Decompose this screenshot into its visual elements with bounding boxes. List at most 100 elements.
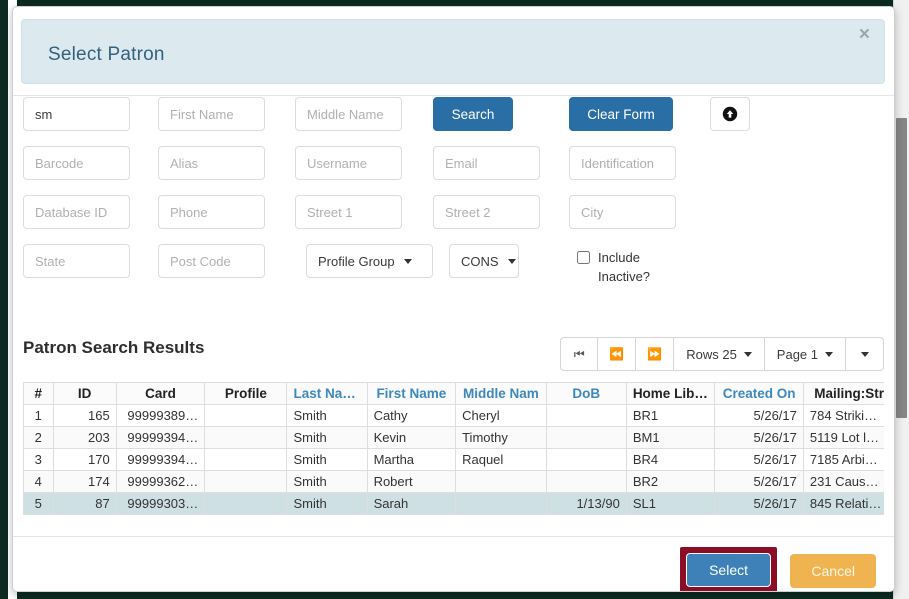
state-input[interactable] [23, 244, 130, 278]
column-header-6[interactable]: Middle Nam [456, 383, 547, 405]
clear-form-button[interactable]: Clear Form [569, 97, 673, 131]
chevron-down-icon [404, 259, 412, 264]
alias-input[interactable] [158, 146, 265, 180]
cell-profile [205, 427, 287, 449]
cell-num: 4 [24, 471, 54, 493]
cell-first: Kevin [367, 427, 456, 449]
select-button-highlight: Select [680, 547, 777, 592]
cell-last: Smith [287, 493, 367, 515]
cell-card: 99999389… [116, 405, 205, 427]
table-row[interactable]: 58799999303…SmithSarah1/13/90SL15/26/178… [24, 493, 885, 515]
column-options-dropdown[interactable] [846, 337, 884, 371]
post-code-input[interactable] [158, 244, 265, 278]
include-inactive-label: Include Inactive? [598, 248, 660, 286]
street-2-input[interactable] [433, 195, 540, 229]
last-name-input[interactable] [23, 97, 130, 131]
cell-id: 203 [53, 427, 116, 449]
cell-home: SL1 [626, 493, 715, 515]
username-input[interactable] [295, 146, 402, 180]
cell-id: 165 [53, 405, 116, 427]
dialog-header: Select Patron × [21, 19, 885, 84]
column-header-7[interactable]: DoB [546, 383, 626, 405]
phone-input[interactable] [158, 195, 265, 229]
page-scrollbar-thumb[interactable] [896, 118, 907, 418]
cell-created: 5/26/17 [715, 427, 804, 449]
cell-last: Smith [287, 405, 367, 427]
cell-profile [205, 405, 287, 427]
cell-profile [205, 471, 287, 493]
page-title: Select Patron [48, 44, 165, 66]
form-row-2 [13, 146, 894, 195]
city-input[interactable] [569, 195, 676, 229]
table-row[interactable]: 417499999362…SmithRobertBR25/26/17231 Ca… [24, 471, 885, 493]
middle-name-input[interactable] [295, 97, 402, 131]
cell-dob: 1/13/90 [546, 493, 626, 515]
next-page-button[interactable]: ⏩ [636, 337, 674, 371]
cell-id: 170 [53, 449, 116, 471]
cell-num: 3 [24, 449, 54, 471]
close-icon[interactable]: × [855, 23, 874, 46]
cell-card: 99999394… [116, 427, 205, 449]
column-header-9[interactable]: Created On [715, 383, 804, 405]
cell-last: Smith [287, 471, 367, 493]
cell-id: 87 [53, 493, 116, 515]
search-button[interactable]: Search [433, 97, 513, 131]
cell-profile [205, 493, 287, 515]
cell-created: 5/26/17 [715, 493, 804, 515]
column-header-2: Card [116, 383, 205, 405]
previous-page-button[interactable]: ⏪ [598, 337, 636, 371]
column-header-1: ID [53, 383, 116, 405]
results-heading: Patron Search Results [23, 338, 204, 358]
dialog-footer: Select Cancel [13, 537, 894, 591]
cons-dropdown[interactable]: CONS [449, 244, 519, 278]
cell-middle: Cheryl [456, 405, 547, 427]
form-row-1: Search Clear Form [13, 97, 894, 146]
page-left-edge [0, 0, 8, 599]
cell-home: BR4 [626, 449, 715, 471]
cell-street: 784 Striki… [803, 405, 884, 427]
cell-first: Robert [367, 471, 456, 493]
table-row[interactable]: 116599999389…SmithCathyCherylBR15/26/177… [24, 405, 885, 427]
table-row[interactable]: 220399999394…SmithKevinTimothyBM15/26/17… [24, 427, 885, 449]
form-row-4: Profile Group CONS Include Inactive? [13, 244, 894, 293]
page-background: Select Patron × Search Clear Form [0, 0, 909, 599]
cell-first: Martha [367, 449, 456, 471]
profile-group-dropdown[interactable]: Profile Group [306, 244, 433, 278]
first-name-input[interactable] [158, 97, 265, 131]
table-row[interactable]: 317099999394…SmithMarthaRaquelBR45/26/17… [24, 449, 885, 471]
include-inactive-group: Include Inactive? [577, 248, 697, 286]
column-header-4[interactable]: Last Name [287, 383, 367, 405]
cell-profile [205, 449, 287, 471]
email-input[interactable] [433, 146, 540, 180]
patron-search-form: Search Clear Form [13, 97, 894, 293]
database-id-input[interactable] [23, 195, 130, 229]
cell-home: BM1 [626, 427, 715, 449]
include-inactive-checkbox[interactable] [577, 251, 590, 264]
cell-id: 174 [53, 471, 116, 493]
select-button[interactable]: Select [686, 553, 771, 587]
identification-input[interactable] [569, 146, 676, 180]
cell-last: Smith [287, 449, 367, 471]
first-page-button[interactable]: ⏮ [560, 337, 598, 371]
page-number-dropdown[interactable]: Page 1 [765, 337, 846, 371]
cell-street: 5119 Lot l… [803, 427, 884, 449]
column-header-5[interactable]: First Name [367, 383, 456, 405]
cell-last: Smith [287, 427, 367, 449]
barcode-input[interactable] [23, 146, 130, 180]
cell-dob [546, 427, 626, 449]
cell-middle [456, 471, 547, 493]
cell-first: Cathy [367, 405, 456, 427]
cell-num: 5 [24, 493, 54, 515]
cell-created: 5/26/17 [715, 449, 804, 471]
circle-arrow-up-icon[interactable] [710, 97, 750, 131]
chevron-down-icon [861, 352, 869, 357]
cancel-button[interactable]: Cancel [790, 554, 876, 588]
street-1-input[interactable] [295, 195, 402, 229]
rows-per-page-dropdown[interactable]: Rows 25 [674, 337, 765, 371]
cell-home: BR2 [626, 471, 715, 493]
page-scrollbar[interactable] [893, 0, 909, 599]
header-divider [13, 95, 894, 96]
page-number-label: Page 1 [777, 347, 818, 362]
cell-middle [456, 493, 547, 515]
cell-card: 99999394… [116, 449, 205, 471]
